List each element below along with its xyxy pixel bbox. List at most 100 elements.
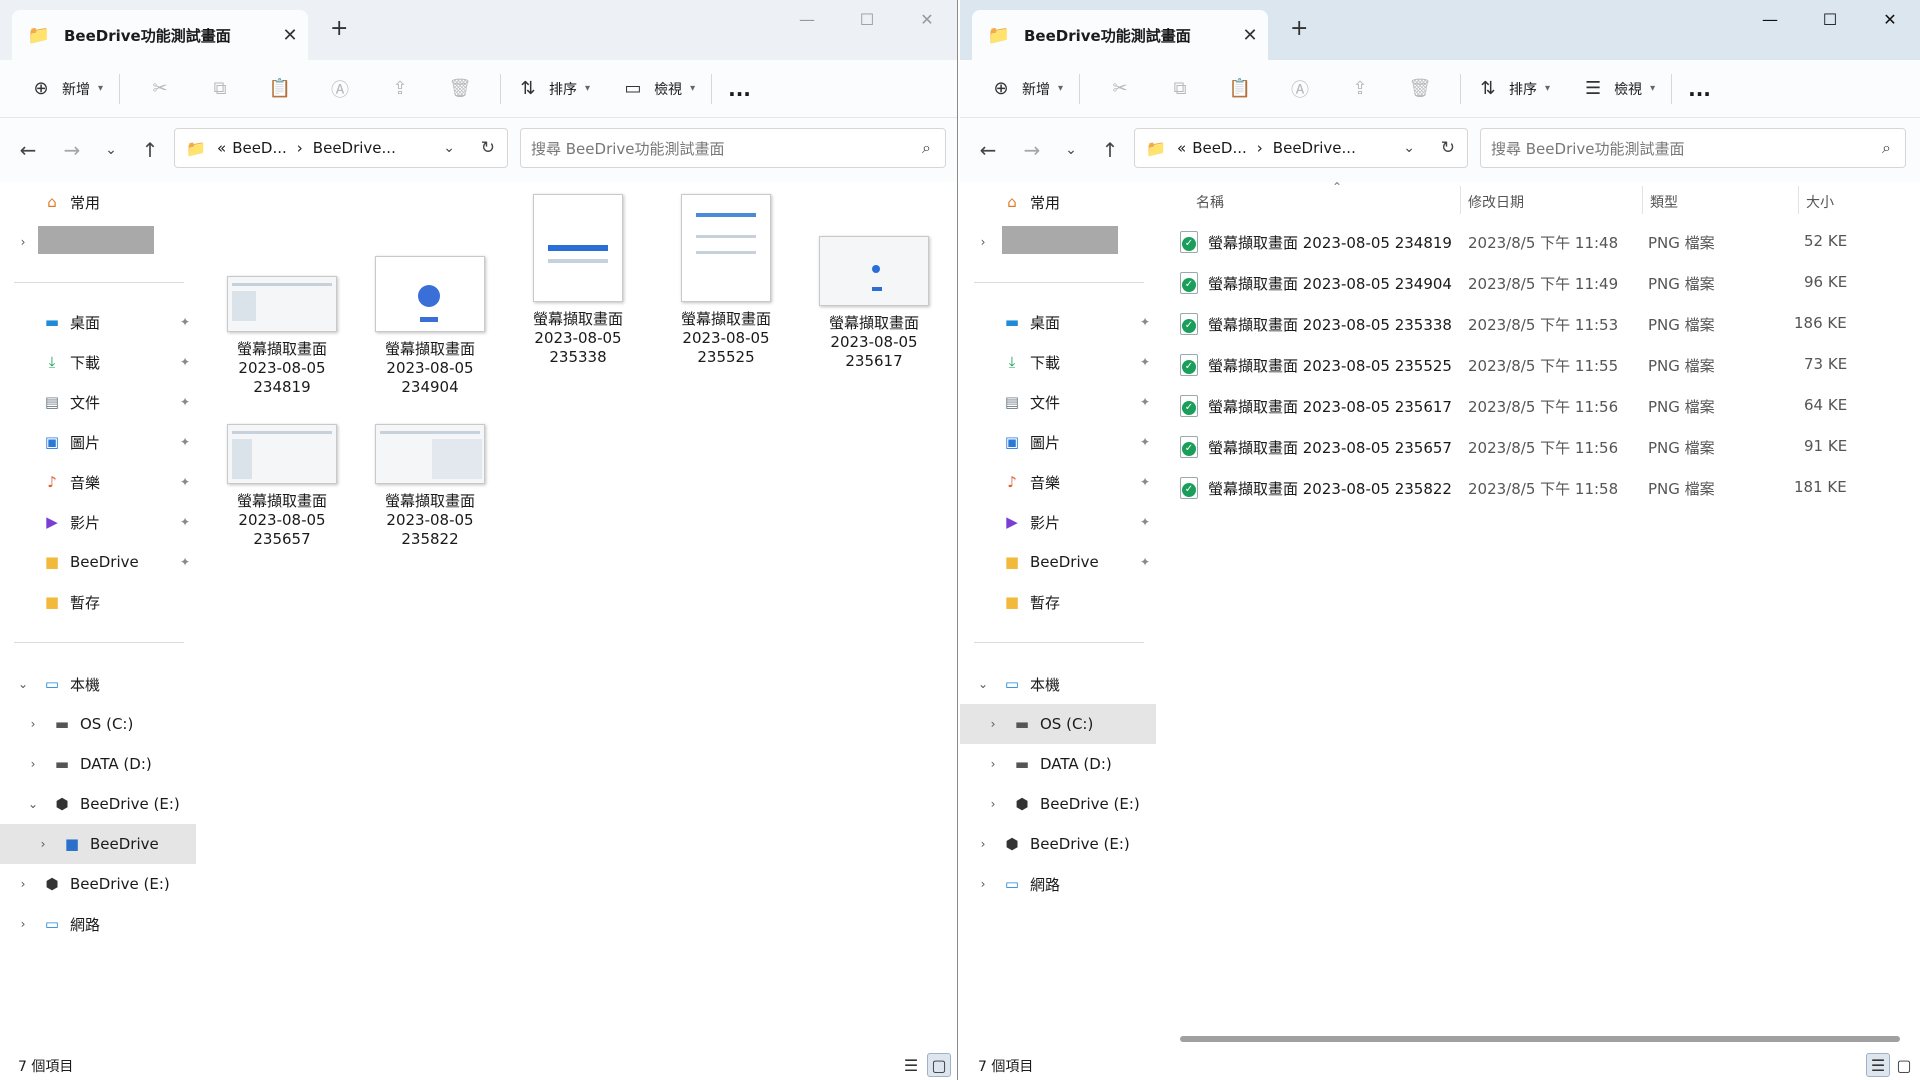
breadcrumb-current[interactable]: BeeDrive... bbox=[313, 139, 396, 157]
rename-icon[interactable]: Ⓐ bbox=[329, 78, 351, 101]
chevron-right-icon[interactable]: › bbox=[976, 877, 990, 891]
sidebar-item-drive-e[interactable]: ⌄ ⬢ BeeDrive (E:) bbox=[0, 784, 196, 824]
sidebar-item-drive-d[interactable]: › ▬ DATA (D:) bbox=[0, 744, 196, 784]
sidebar-item-videos[interactable]: ▶ 影片 ✦ bbox=[960, 502, 1156, 542]
column-divider[interactable] bbox=[1642, 186, 1643, 214]
table-row[interactable]: 螢幕擷取畫面 2023-08-05 235338 2023/8/5 下午 11:… bbox=[1158, 304, 1920, 344]
delete-icon[interactable]: 🗑 bbox=[449, 78, 472, 100]
large-icons-view-icon[interactable]: ▢ bbox=[1892, 1053, 1916, 1077]
share-icon[interactable]: ⇪ bbox=[1349, 78, 1371, 100]
column-header-type[interactable]: 類型 bbox=[1650, 192, 1678, 212]
sidebar-item-beedrive[interactable]: ■ BeeDrive ✦ bbox=[960, 542, 1156, 582]
chevron-right-icon[interactable]: › bbox=[976, 837, 990, 851]
address-dropdown-icon[interactable]: ⌄ bbox=[1403, 140, 1415, 156]
breadcrumb-root[interactable]: BeeD... bbox=[1192, 139, 1247, 157]
column-header-size[interactable]: 大小 bbox=[1806, 192, 1834, 212]
cut-icon[interactable]: ✂ bbox=[1109, 78, 1131, 100]
sidebar-item-network[interactable]: › ▭ 網路 bbox=[0, 904, 196, 944]
more-button[interactable]: ... bbox=[1682, 69, 1717, 109]
file-thumbnail[interactable]: 螢幕擷取畫面 2023-08-05 235657 bbox=[207, 424, 357, 549]
sidebar-item-documents[interactable]: ▤ 文件 ✦ bbox=[0, 382, 196, 422]
sidebar-item-home[interactable]: ⌂ 常用 bbox=[0, 182, 196, 222]
new-button[interactable]: ⊕ 新增 ▾ bbox=[24, 69, 109, 109]
chevron-right-icon[interactable]: › bbox=[26, 717, 40, 731]
sidebar-item-hidden[interactable]: › bbox=[0, 222, 196, 262]
sidebar-item-drive-c[interactable]: › ▬ OS (C:) bbox=[0, 704, 196, 744]
sidebar-item-drive-d[interactable]: › ▬ DATA (D:) bbox=[960, 744, 1156, 784]
sidebar-item-this-pc[interactable]: ⌄ ▭ 本機 bbox=[960, 664, 1156, 704]
chevron-right-icon[interactable]: › bbox=[16, 235, 30, 249]
table-row[interactable]: 螢幕擷取畫面 2023-08-05 234904 2023/8/5 下午 11:… bbox=[1158, 263, 1920, 303]
file-thumbnail[interactable]: 螢幕擷取畫面 2023-08-05 235338 bbox=[503, 174, 653, 367]
breadcrumb-overflow[interactable]: « bbox=[1177, 139, 1186, 157]
sidebar-item-temp[interactable]: ■ 暫存 bbox=[960, 582, 1156, 622]
chevron-down-icon[interactable]: ⌄ bbox=[26, 797, 40, 811]
new-button[interactable]: ⊕ 新增 ▾ bbox=[984, 69, 1069, 109]
paste-icon[interactable]: 📋 bbox=[269, 78, 291, 100]
sidebar-item-drive-e-2[interactable]: › ⬢ BeeDrive (E:) bbox=[960, 824, 1156, 864]
address-bar[interactable]: 📁 « BeeD... › BeeDrive... ⌄ ↻ bbox=[174, 128, 508, 168]
address-dropdown-icon[interactable]: ⌄ bbox=[443, 140, 455, 156]
details-view-icon[interactable]: ☰ bbox=[899, 1053, 923, 1077]
maximize-icon[interactable]: ☐ bbox=[1800, 6, 1860, 34]
sidebar-item-beedrive[interactable]: ■ BeeDrive ✦ bbox=[0, 542, 196, 582]
delete-icon[interactable]: 🗑 bbox=[1409, 78, 1432, 100]
table-row[interactable]: 螢幕擷取畫面 2023-08-05 234819 2023/8/5 下午 11:… bbox=[1158, 222, 1920, 262]
new-tab-button[interactable]: + bbox=[330, 16, 348, 41]
window-tab[interactable]: 📁 BeeDrive功能測試畫面 ✕ bbox=[972, 10, 1268, 60]
sidebar-item-downloads[interactable]: ⤓ 下載 ✦ bbox=[960, 342, 1156, 382]
search-box[interactable]: 搜尋 BeeDrive功能測試畫面 ⌕ bbox=[1480, 128, 1906, 168]
column-header-date[interactable]: 修改日期 bbox=[1468, 192, 1524, 212]
view-button[interactable]: ▭ 檢視 ▾ bbox=[616, 69, 701, 109]
recent-chevron-icon[interactable]: ⌄ bbox=[94, 142, 128, 158]
breadcrumb-overflow[interactable]: « bbox=[217, 139, 226, 157]
large-icons-view-icon[interactable]: ▢ bbox=[927, 1053, 951, 1077]
close-tab-icon[interactable]: ✕ bbox=[272, 25, 308, 46]
window-tab[interactable]: 📁 BeeDrive功能測試畫面 ✕ bbox=[12, 10, 308, 60]
forward-icon[interactable]: → bbox=[50, 138, 94, 162]
chevron-right-icon[interactable]: › bbox=[986, 797, 1000, 811]
chevron-right-icon[interactable]: › bbox=[986, 757, 1000, 771]
table-row[interactable]: 螢幕擷取畫面 2023-08-05 235657 2023/8/5 下午 11:… bbox=[1158, 427, 1920, 467]
rename-icon[interactable]: Ⓐ bbox=[1289, 78, 1311, 101]
sidebar-item-network[interactable]: › ▭ 網路 bbox=[960, 864, 1156, 904]
close-icon[interactable]: ✕ bbox=[897, 6, 957, 34]
breadcrumb-root[interactable]: BeeD... bbox=[232, 139, 287, 157]
sidebar-item-beedrive-folder[interactable]: › ■ BeeDrive bbox=[0, 824, 196, 864]
sort-button[interactable]: ⇅ 排序 ▾ bbox=[1471, 69, 1556, 109]
table-row[interactable]: 螢幕擷取畫面 2023-08-05 235525 2023/8/5 下午 11:… bbox=[1158, 345, 1920, 385]
chevron-right-icon[interactable]: › bbox=[36, 837, 50, 851]
sidebar-item-drive-e[interactable]: › ⬢ BeeDrive (E:) bbox=[960, 784, 1156, 824]
more-button[interactable]: ... bbox=[722, 69, 757, 109]
minimize-icon[interactable]: — bbox=[777, 6, 837, 34]
file-thumbnail[interactable]: 螢幕擷取畫面 2023-08-05 235822 bbox=[355, 424, 505, 549]
close-icon[interactable]: ✕ bbox=[1860, 6, 1920, 34]
column-header-name[interactable]: 名稱 bbox=[1196, 192, 1224, 212]
column-divider[interactable] bbox=[1798, 186, 1799, 214]
sidebar-item-music[interactable]: ♪ 音樂 ✦ bbox=[960, 462, 1156, 502]
up-icon[interactable]: ↑ bbox=[128, 138, 172, 162]
sidebar-item-desktop[interactable]: ▬ 桌面 ✦ bbox=[960, 302, 1156, 342]
sidebar-item-videos[interactable]: ▶ 影片 ✦ bbox=[0, 502, 196, 542]
minimize-icon[interactable]: — bbox=[1740, 6, 1800, 34]
share-icon[interactable]: ⇪ bbox=[389, 78, 411, 100]
chevron-down-icon[interactable]: ⌄ bbox=[976, 677, 990, 691]
copy-icon[interactable]: ⧉ bbox=[1169, 78, 1191, 100]
close-tab-icon[interactable]: ✕ bbox=[1232, 25, 1268, 46]
chevron-right-icon[interactable]: › bbox=[16, 877, 30, 891]
view-button[interactable]: ☰ 檢視 ▾ bbox=[1576, 69, 1661, 109]
back-icon[interactable]: ← bbox=[6, 138, 50, 162]
back-icon[interactable]: ← bbox=[966, 138, 1010, 162]
sidebar-item-temp[interactable]: ■ 暫存 bbox=[0, 582, 196, 622]
file-thumbnail[interactable]: 螢幕擷取畫面 2023-08-05 235617 bbox=[799, 214, 949, 371]
sidebar-item-drive-c[interactable]: › ▬ OS (C:) bbox=[960, 704, 1156, 744]
refresh-icon[interactable]: ↻ bbox=[481, 138, 495, 158]
forward-icon[interactable]: → bbox=[1010, 138, 1054, 162]
sidebar-item-music[interactable]: ♪ 音樂 ✦ bbox=[0, 462, 196, 502]
chevron-right-icon[interactable]: › bbox=[986, 717, 1000, 731]
chevron-right-icon[interactable]: › bbox=[976, 235, 990, 249]
recent-chevron-icon[interactable]: ⌄ bbox=[1054, 142, 1088, 158]
horizontal-scrollbar[interactable] bbox=[1180, 1036, 1900, 1042]
paste-icon[interactable]: 📋 bbox=[1229, 78, 1251, 100]
sidebar-item-hidden[interactable]: › bbox=[960, 222, 1156, 262]
